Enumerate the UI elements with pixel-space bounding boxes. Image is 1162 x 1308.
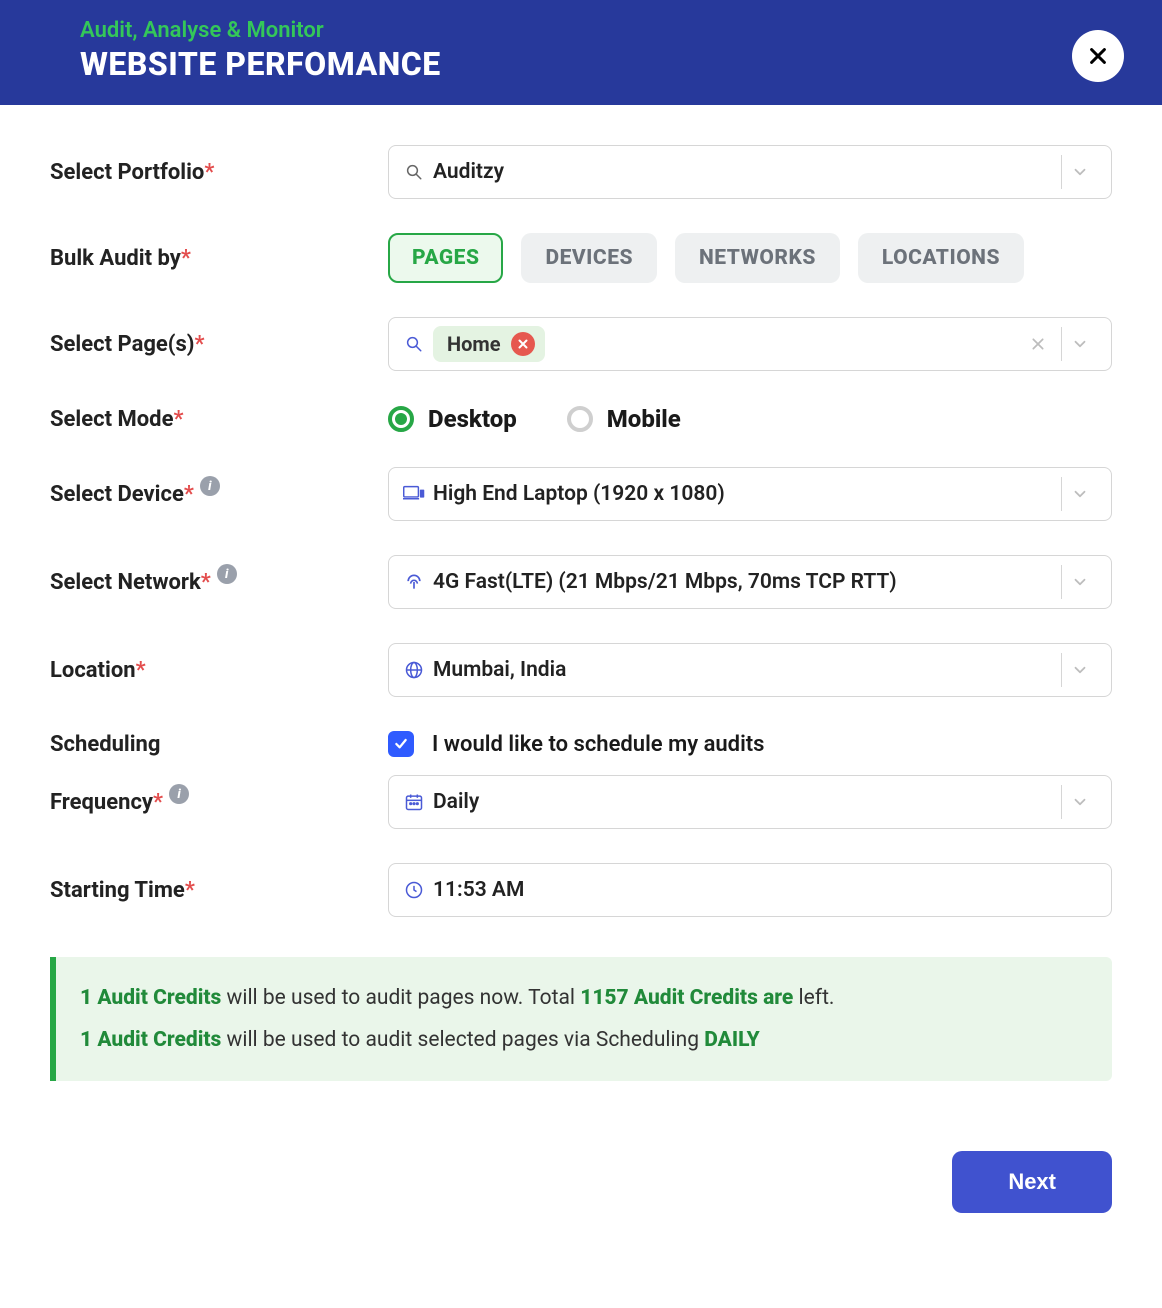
audit-modal: Audit, Analyse & Monitor WEBSITE PERFOMA… bbox=[0, 0, 1162, 1263]
signal-icon bbox=[403, 572, 425, 592]
device-icon bbox=[403, 485, 425, 503]
check-icon bbox=[393, 736, 409, 752]
mode-desktop-label: Desktop bbox=[428, 405, 517, 433]
network-value: 4G Fast(LTE) (21 Mbps/21 Mbps, 70ms TCP … bbox=[425, 570, 1053, 594]
label-network: Select Network* i bbox=[50, 570, 388, 595]
label-location: Location* bbox=[50, 658, 388, 683]
row-mode: Select Mode* Desktop Mobile bbox=[50, 405, 1112, 433]
page-tag-label: Home bbox=[447, 332, 501, 356]
mode-mobile[interactable]: Mobile bbox=[567, 405, 681, 433]
chevron-down-icon bbox=[1061, 565, 1097, 599]
label-scheduling: Scheduling bbox=[50, 732, 388, 757]
close-icon bbox=[1087, 45, 1109, 67]
location-select[interactable]: Mumbai, India bbox=[388, 643, 1112, 697]
search-icon bbox=[403, 335, 425, 353]
portfolio-select[interactable]: Auditzy bbox=[388, 145, 1112, 199]
scheduling-checkbox-row: I would like to schedule my audits bbox=[388, 731, 1112, 757]
chevron-down-icon bbox=[1061, 477, 1097, 511]
info-icon[interactable]: i bbox=[217, 564, 237, 584]
starting-time-input[interactable]: 11:53 AM bbox=[388, 863, 1112, 917]
remove-icon bbox=[517, 338, 529, 350]
close-button[interactable] bbox=[1072, 30, 1124, 82]
label-portfolio: Select Portfolio* bbox=[50, 160, 388, 185]
header-title: WEBSITE PERFOMANCE bbox=[80, 45, 1082, 83]
row-bulk-audit: Bulk Audit by* PAGES DEVICES NETWORKS LO… bbox=[50, 233, 1112, 283]
bulk-tab-group: PAGES DEVICES NETWORKS LOCATIONS bbox=[388, 233, 1112, 283]
modal-footer: Next bbox=[0, 1111, 1162, 1263]
bulk-tab-pages[interactable]: PAGES bbox=[388, 233, 503, 283]
bulk-tab-locations[interactable]: LOCATIONS bbox=[858, 233, 1024, 283]
info-icon[interactable]: i bbox=[169, 784, 189, 804]
calendar-icon bbox=[403, 792, 425, 812]
device-select[interactable]: High End Laptop (1920 x 1080) bbox=[388, 467, 1112, 521]
row-device: Select Device* i High End Laptop (1920 x… bbox=[50, 467, 1112, 521]
portfolio-value: Auditzy bbox=[425, 160, 1053, 184]
header-subtitle: Audit, Analyse & Monitor bbox=[80, 18, 1082, 43]
label-starting-time: Starting Time* bbox=[50, 878, 388, 903]
network-select[interactable]: 4G Fast(LTE) (21 Mbps/21 Mbps, 70ms TCP … bbox=[388, 555, 1112, 609]
remove-tag-button[interactable] bbox=[511, 332, 535, 356]
row-location: Location* Mumbai, India bbox=[50, 643, 1112, 697]
globe-icon bbox=[403, 660, 425, 680]
mode-desktop[interactable]: Desktop bbox=[388, 405, 517, 433]
notice-line-2: 1 Audit Credits will be used to audit se… bbox=[80, 1019, 1088, 1061]
info-icon[interactable]: i bbox=[200, 476, 220, 496]
frequency-select[interactable]: Daily bbox=[388, 775, 1112, 829]
bulk-tab-networks[interactable]: NETWORKS bbox=[675, 233, 840, 283]
row-starting-time: Starting Time* 11:53 AM bbox=[50, 863, 1112, 917]
scheduling-checkbox[interactable] bbox=[388, 731, 414, 757]
label-mode: Select Mode* bbox=[50, 407, 388, 432]
mode-mobile-label: Mobile bbox=[607, 405, 681, 433]
next-button[interactable]: Next bbox=[952, 1151, 1112, 1213]
label-bulk-audit: Bulk Audit by* bbox=[50, 246, 388, 271]
label-pages: Select Page(s)* bbox=[50, 332, 388, 357]
starting-time-value: 11:53 AM bbox=[425, 878, 1097, 902]
row-pages: Select Page(s)* Home bbox=[50, 317, 1112, 371]
chevron-down-icon bbox=[1061, 155, 1097, 189]
chevron-down-icon bbox=[1061, 327, 1097, 361]
label-frequency: Frequency* i bbox=[50, 790, 388, 815]
radio-icon bbox=[567, 406, 593, 432]
modal-body: Select Portfolio* Auditzy Bulk Audit by* bbox=[0, 105, 1162, 1111]
clear-all-icon[interactable] bbox=[1023, 336, 1053, 352]
notice-line-1: 1 Audit Credits will be used to audit pa… bbox=[80, 977, 1088, 1019]
modal-header: Audit, Analyse & Monitor WEBSITE PERFOMA… bbox=[0, 0, 1162, 105]
scheduling-label: I would like to schedule my audits bbox=[432, 732, 765, 757]
row-network: Select Network* i 4G Fast(LTE) (21 Mbps/… bbox=[50, 555, 1112, 609]
chevron-down-icon bbox=[1061, 785, 1097, 819]
credit-notice: 1 Audit Credits will be used to audit pa… bbox=[50, 957, 1112, 1081]
search-icon bbox=[403, 163, 425, 181]
mode-radio-group: Desktop Mobile bbox=[388, 405, 1112, 433]
pages-multiselect[interactable]: Home bbox=[388, 317, 1112, 371]
bulk-tab-devices[interactable]: DEVICES bbox=[521, 233, 657, 283]
location-value: Mumbai, India bbox=[425, 658, 1053, 682]
chevron-down-icon bbox=[1061, 653, 1097, 687]
row-portfolio: Select Portfolio* Auditzy bbox=[50, 145, 1112, 199]
row-scheduling: Scheduling I would like to schedule my a… bbox=[50, 731, 1112, 757]
label-device: Select Device* i bbox=[50, 482, 388, 507]
clock-icon bbox=[403, 880, 425, 900]
device-value: High End Laptop (1920 x 1080) bbox=[425, 482, 1053, 506]
row-frequency: Frequency* i Daily bbox=[50, 775, 1112, 829]
frequency-value: Daily bbox=[425, 790, 1053, 814]
radio-icon bbox=[388, 406, 414, 432]
page-tag-home: Home bbox=[433, 326, 545, 362]
